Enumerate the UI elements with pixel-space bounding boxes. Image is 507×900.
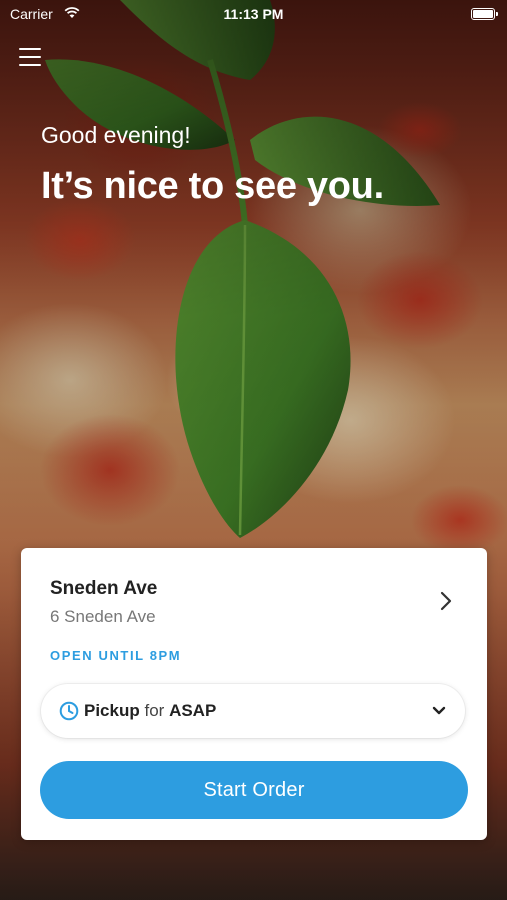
- menu-icon[interactable]: [19, 48, 41, 66]
- greeting-text: Good evening!: [41, 122, 191, 148]
- clock-icon: [59, 701, 79, 721]
- headline-text: It’s nice to see you.: [41, 165, 384, 207]
- order-time: ASAP: [169, 701, 217, 720]
- order-card: Sneden Ave 6 Sneden Ave OPEN UNTIL 8PM P…: [21, 548, 487, 840]
- chevron-right-icon[interactable]: [433, 588, 459, 614]
- start-order-button[interactable]: Start Order: [40, 761, 468, 819]
- basil-leaves-image: [45, 0, 440, 538]
- order-connector: for: [144, 701, 165, 720]
- status-bar: Carrier 11:13 PM: [0, 0, 507, 28]
- order-mode: Pickup: [84, 701, 140, 720]
- pickup-summary: Pickup for ASAP: [84, 701, 216, 721]
- pickup-time-selector[interactable]: Pickup for ASAP: [41, 684, 465, 738]
- location-name[interactable]: Sneden Ave: [50, 578, 157, 600]
- battery-icon: [471, 8, 498, 20]
- chevron-down-icon: [432, 706, 446, 715]
- location-address: 6 Sneden Ave: [50, 607, 156, 626]
- hours-label: OPEN UNTIL 8PM: [50, 648, 182, 663]
- status-time: 11:13 PM: [223, 6, 284, 22]
